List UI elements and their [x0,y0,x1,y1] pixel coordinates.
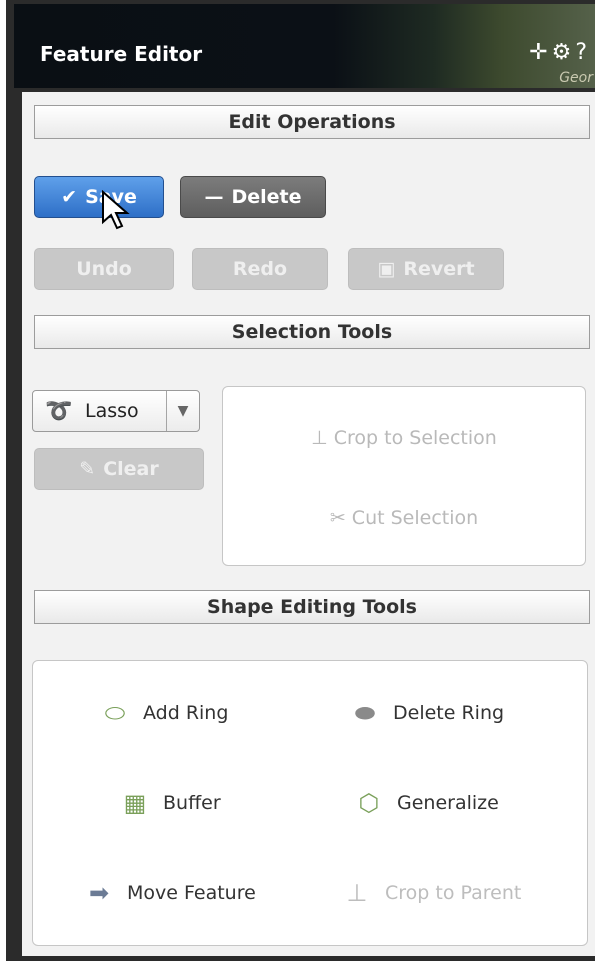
lasso-icon: ➰ [45,398,73,424]
delete-ring-label: Delete Ring [393,702,505,724]
cut-selection-label: Cut Selection [351,507,479,529]
scissors-icon: ✂ [329,507,346,529]
revert-button[interactable]: ▣ Revert [348,248,504,290]
check-icon: ✔ [61,186,78,208]
crop-to-parent-button[interactable]: ⊥ Crop to Parent [339,875,522,911]
arrow-right-icon: ➡ [88,879,110,907]
buffer-label: Buffer [163,792,221,814]
delete-button[interactable]: — Delete [180,176,326,218]
add-ring-icon: ⬭ [104,699,126,727]
revert-icon: ▣ [377,258,396,280]
undo-label: Undo [76,258,132,280]
revert-label: Revert [403,258,475,280]
crop-to-parent-label: Crop to Parent [385,882,522,904]
gear-icon[interactable]: ⚙ [552,40,576,65]
save-button[interactable]: ✔ Save [34,176,164,218]
move-feature-button[interactable]: ➡ Move Feature [81,875,256,911]
generalize-button[interactable]: ⬡ Generalize [351,785,499,821]
redo-label: Redo [232,258,288,280]
generalize-icon: ⬡ [358,789,380,817]
shape-editing-tools-header[interactable]: Shape Editing Tools [34,590,590,624]
selection-tools-header[interactable]: Selection Tools [34,315,590,349]
delete-label: Delete [231,186,302,208]
cut-selection-button[interactable]: ✂ Cut Selection [223,507,585,529]
buffer-icon: ▦ [123,789,147,817]
shape-tools-box: ⬭ Add Ring ⬬ Delete Ring ▦ Buffer ⬡ Gene… [32,660,588,946]
crop-icon: ⊥ [311,427,328,449]
title-icons: ✛⚙? [529,40,591,65]
lasso-dropdown[interactable]: ➰ Lasso ▼ [32,390,200,432]
lasso-label: Lasso [85,400,139,422]
delete-ring-icon: ⬬ [354,699,376,727]
add-ring-button[interactable]: ⬭ Add Ring [97,695,229,731]
crop-to-selection-label: Crop to Selection [333,427,497,449]
redo-button[interactable]: Redo [192,248,328,290]
minus-icon: — [204,186,224,208]
delete-ring-button[interactable]: ⬬ Delete Ring [347,695,504,731]
selection-tools-box: ⊥ Crop to Selection ✂ Cut Selection [222,386,586,566]
eraser-icon: ✎ [79,458,96,480]
mouse-pointer-icon [102,190,130,230]
buffer-button[interactable]: ▦ Buffer [117,785,221,821]
clear-label: Clear [103,458,159,480]
clear-button[interactable]: ✎ Clear [34,448,204,490]
move-icon[interactable]: ✛ [529,40,551,65]
window-title: Feature Editor [40,42,203,66]
title-bar: Feature Editor ✛⚙? Geor [14,4,595,88]
crop-parent-icon: ⊥ [346,879,368,907]
move-feature-label: Move Feature [127,882,256,904]
chevron-down-icon[interactable]: ▼ [166,391,199,431]
generalize-label: Generalize [397,792,499,814]
crop-to-selection-button[interactable]: ⊥ Crop to Selection [223,427,585,449]
add-ring-label: Add Ring [143,702,229,724]
edit-operations-header[interactable]: Edit Operations [34,105,590,139]
map-label: Geor [559,70,593,86]
help-icon[interactable]: ? [575,40,591,65]
undo-button[interactable]: Undo [34,248,174,290]
